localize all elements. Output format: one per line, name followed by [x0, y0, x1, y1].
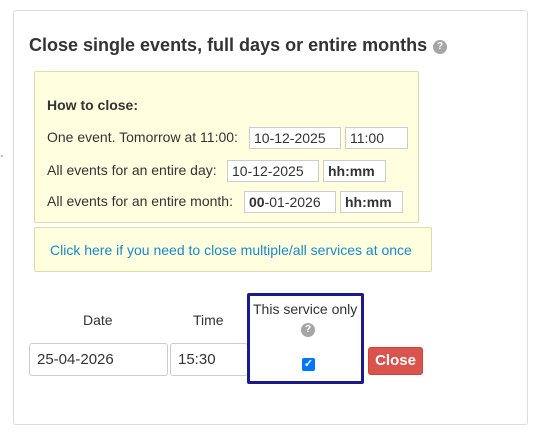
close-button[interactable]: Close: [368, 347, 423, 375]
time-input[interactable]: 15:30: [170, 343, 248, 376]
time-column-label: Time: [193, 312, 224, 328]
date-input[interactable]: 25-04-2026: [29, 343, 168, 376]
example-entire-day-label: All events for an entire day:: [47, 162, 217, 178]
stray-mark: ·: [0, 150, 4, 162]
example-entire-month-time: hh:mm: [340, 191, 403, 213]
how-to-close-heading: How to close:: [47, 97, 139, 113]
service-only-checkbox[interactable]: ✓: [302, 358, 315, 371]
how-to-close-box: How to close: One event. Tomorrow at 11:…: [34, 71, 419, 223]
example-one-event-date: 10-12-2025: [249, 127, 341, 149]
service-only-help-icon[interactable]: ?: [301, 323, 315, 337]
page-title-text: Close single events, full days or entire…: [29, 35, 428, 55]
example-entire-month-date: 00-01-2026: [244, 191, 336, 213]
example-one-event-time: 11:00: [345, 127, 408, 149]
help-icon[interactable]: ?: [433, 40, 448, 54]
service-only-label: This service only: [253, 301, 358, 317]
example-entire-month-label: All events for an entire month:: [47, 193, 233, 209]
close-multiple-services-link[interactable]: Click here if you need to close multiple…: [50, 242, 412, 258]
example-one-event-label: One event. Tomorrow at 11:00:: [47, 129, 238, 145]
example-month-rest-part: -01-2026: [264, 194, 321, 210]
example-entire-day-date: 10-12-2025: [227, 160, 319, 182]
page-title: Close single events, full days or entire…: [29, 35, 448, 56]
multi-service-link-box: Click here if you need to close multiple…: [34, 227, 432, 272]
example-month-day-part: 00: [249, 194, 265, 210]
service-only-highlight: This service only ? ✓: [247, 293, 364, 384]
date-column-label: Date: [83, 312, 113, 328]
example-entire-day-time: hh:mm: [323, 160, 386, 182]
